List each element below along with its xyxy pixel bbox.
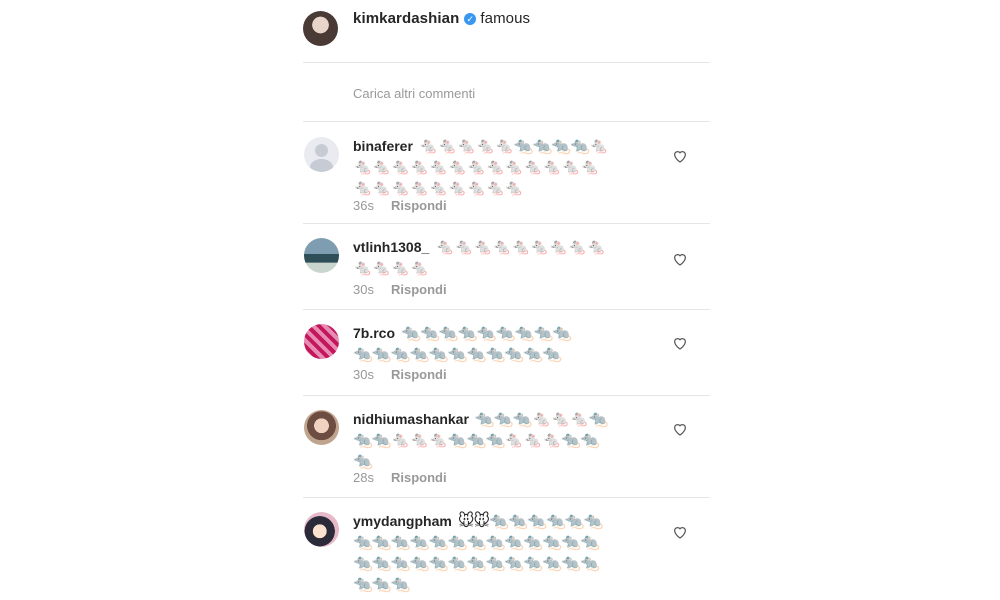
comment-text: vtlinh1308_ 🐁🐁🐁🐁🐁🐁🐁🐁🐁 🐁🐁🐁🐁 xyxy=(353,239,607,277)
comment-text: 7b.rco 🐀🐀🐀🐀🐀🐀🐀🐀🐀 🐀🐀🐀🐀🐀🐀🐀🐀🐀🐀🐀 xyxy=(353,325,572,363)
girl-avatar[interactable] xyxy=(304,410,339,445)
username[interactable]: kimkardashian xyxy=(353,10,459,27)
comment-meta: 30s Rispondi xyxy=(353,367,447,382)
heart-icon[interactable] xyxy=(672,251,688,267)
landscape-avatar[interactable] xyxy=(304,238,339,273)
reply-button[interactable]: Rispondi xyxy=(391,198,447,213)
heart-icon[interactable] xyxy=(672,421,688,437)
comments-panel: kimkardashian ✓ famous Carica altri commen… xyxy=(303,0,710,600)
comment-timestamp: 30s xyxy=(353,367,374,382)
heart-icon[interactable] xyxy=(672,335,688,351)
comment-item: vtlinh1308_ 🐁🐁🐁🐁🐁🐁🐁🐁🐁 🐁🐁🐁🐁 30s Rispondi xyxy=(303,224,710,310)
comment-item: nidhiumashankar 🐀🐀🐀🐁🐁🐁🐀 🐀🐀🐁🐁🐁🐀🐀🐀🐁🐁🐁🐀🐀 🐀 2… xyxy=(303,396,710,498)
comment-item: binaferer 🐁🐁🐁🐁🐁🐀🐀🐀🐀🐁 🐁🐁🐁🐁🐁🐁🐁🐁🐁🐁🐁🐁🐁 🐁🐁🐁🐁🐁🐁… xyxy=(303,123,710,224)
reply-button[interactable]: Rispondi xyxy=(391,282,447,297)
comment-timestamp: 30s xyxy=(353,282,374,297)
post-caption: kimkardashian ✓ famous xyxy=(353,10,530,27)
comment-meta: 28s Rispondi xyxy=(353,470,447,485)
reply-button[interactable]: Rispondi xyxy=(391,470,447,485)
caption-text: famous xyxy=(480,10,531,27)
comment-meta: 36s Rispondi xyxy=(353,198,447,213)
comment-text: ymydangpham 🐭🐭🐀🐀🐀🐀🐀🐀 🐀🐀🐀🐀🐀🐀🐀🐀🐀🐀🐀🐀🐀 🐀🐀🐀🐀🐀🐀… xyxy=(353,513,604,593)
comment-username[interactable]: ymydangpham xyxy=(353,513,452,529)
load-more-comments-link[interactable]: Carica altri commenti xyxy=(353,86,475,101)
post-header: kimkardashian ✓ famous xyxy=(303,0,710,63)
comment-username[interactable]: vtlinh1308_ xyxy=(353,239,429,255)
comment-text: nidhiumashankar 🐀🐀🐀🐁🐁🐁🐀 🐀🐀🐁🐁🐁🐀🐀🐀🐁🐁🐁🐀🐀 🐀 xyxy=(353,411,608,470)
comment-meta: 30s Rispondi xyxy=(353,282,447,297)
comment-username[interactable]: binaferer xyxy=(353,138,413,154)
comment-username[interactable]: 7b.rco xyxy=(353,325,395,341)
default-avatar[interactable] xyxy=(304,137,339,172)
comment-text: binaferer 🐁🐁🐁🐁🐁🐀🐀🐀🐀🐁 🐁🐁🐁🐁🐁🐁🐁🐁🐁🐁🐁🐁🐁 🐁🐁🐁🐁🐁🐁… xyxy=(353,138,609,197)
verified-check-icon: ✓ xyxy=(464,13,477,25)
divider xyxy=(303,121,710,122)
comment-item: ymydangpham 🐭🐭🐀🐀🐀🐀🐀🐀 🐀🐀🐀🐀🐀🐀🐀🐀🐀🐀🐀🐀🐀 🐀🐀🐀🐀🐀🐀… xyxy=(303,498,710,600)
comment-timestamp: 36s xyxy=(353,198,374,213)
anime-avatar[interactable] xyxy=(304,512,339,547)
comment-username[interactable]: nidhiumashankar xyxy=(353,411,469,427)
comment-timestamp: 28s xyxy=(353,470,374,485)
pink-pattern-avatar[interactable] xyxy=(304,324,339,359)
reply-button[interactable]: Rispondi xyxy=(391,367,447,382)
comment-item: 7b.rco 🐀🐀🐀🐀🐀🐀🐀🐀🐀 🐀🐀🐀🐀🐀🐀🐀🐀🐀🐀🐀 30s Rispondi xyxy=(303,310,710,396)
heart-icon[interactable] xyxy=(672,148,688,164)
heart-icon[interactable] xyxy=(672,524,688,540)
avatar[interactable] xyxy=(303,11,338,46)
